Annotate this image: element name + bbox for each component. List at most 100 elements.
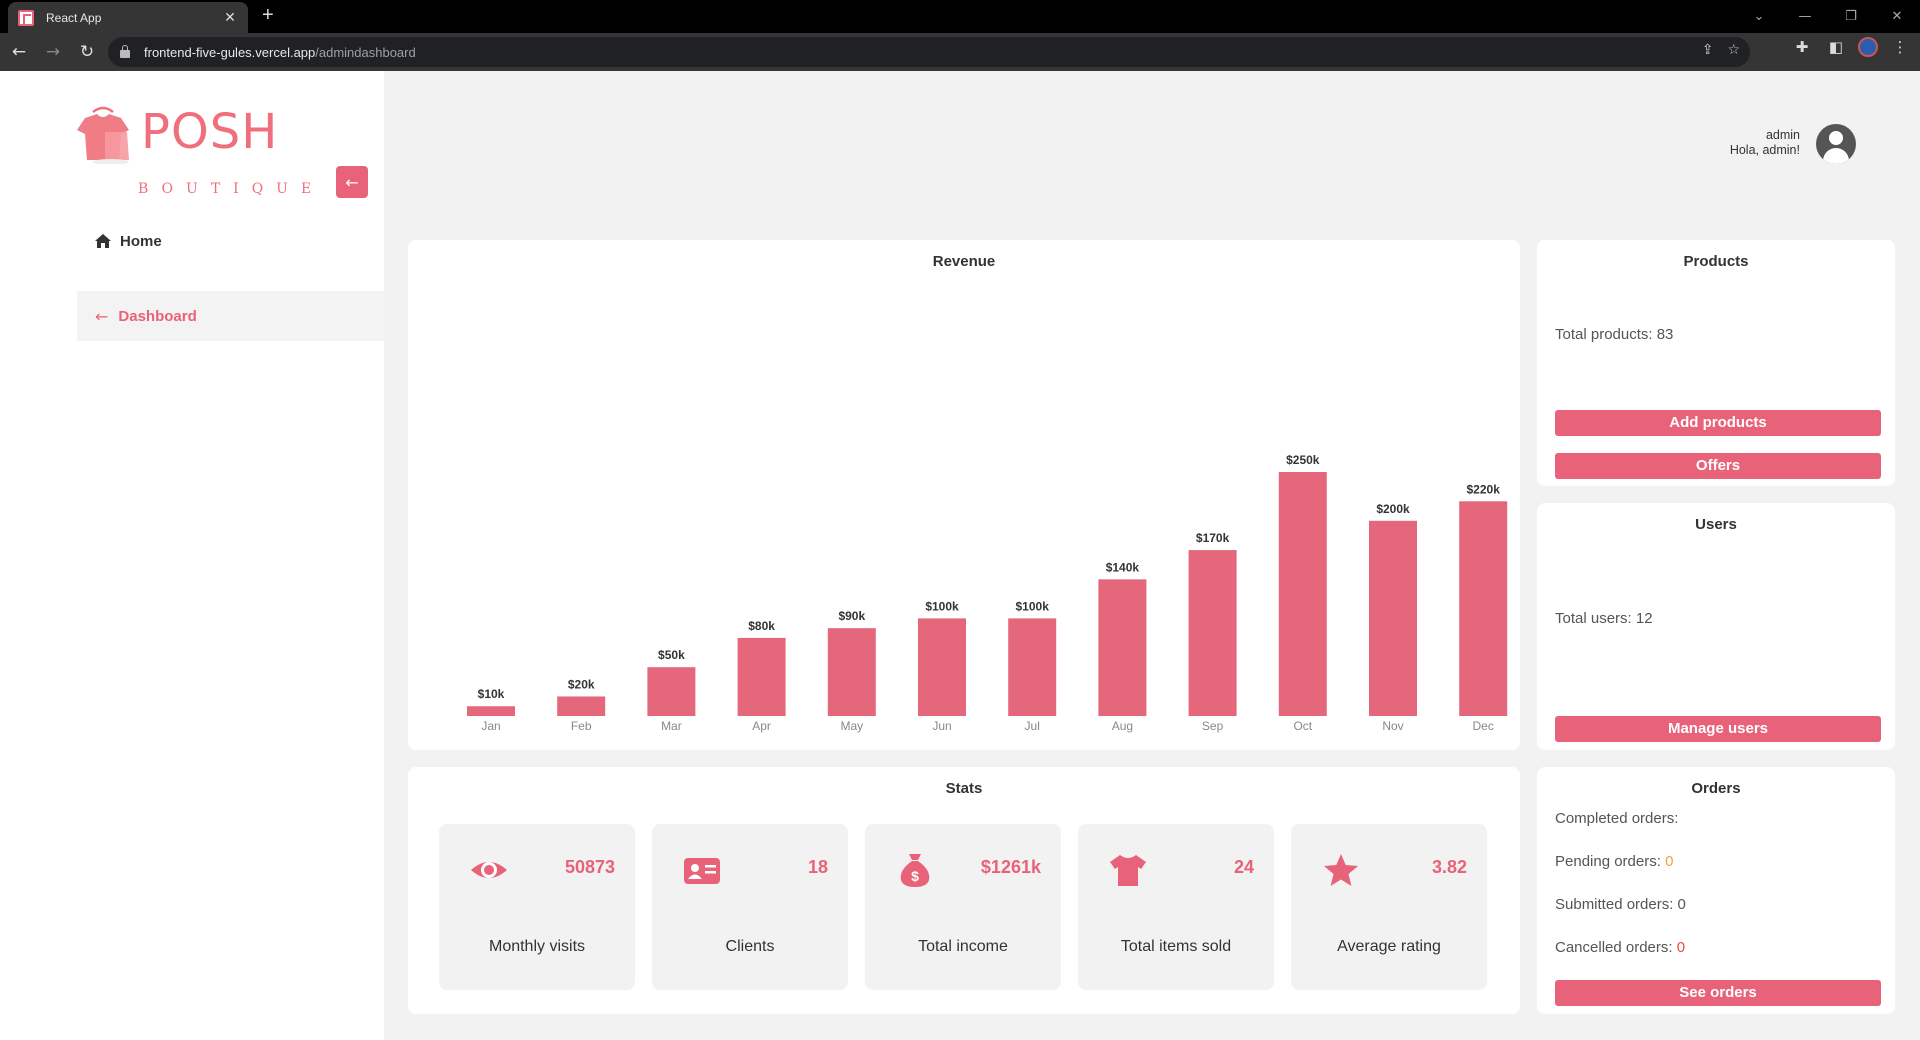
user-info: admin Hola, admin! xyxy=(1730,128,1800,158)
cancelled-orders-value: 0 xyxy=(1676,939,1686,956)
bar-value-label: $100k xyxy=(925,599,959,613)
restore-button[interactable]: ❐ xyxy=(1828,0,1874,33)
x-tick-label: Dec xyxy=(1473,719,1494,733)
browser-titlebar: React App ✕ + ⌄ — ❐ ✕ xyxy=(0,0,1920,33)
stat-label: Total items sold xyxy=(1120,938,1232,955)
forward-arrow-icon[interactable]: → xyxy=(38,37,68,67)
minimize-button[interactable]: — xyxy=(1782,0,1828,33)
sidebar-item-home[interactable]: Home xyxy=(77,221,384,261)
back-arrow-icon[interactable]: ← xyxy=(4,37,34,67)
stat-value: 18 xyxy=(807,857,828,877)
revenue-bar-nov xyxy=(1369,520,1417,716)
revenue-card: Revenue $10k Jan $20k Feb $50k Mar $80k Apr $90k… xyxy=(408,240,1520,750)
url-path: /admindashboard xyxy=(315,44,416,60)
pending-orders-label: Pending orders: xyxy=(1555,853,1666,870)
browser-tab[interactable]: React App ✕ xyxy=(8,2,248,33)
stat-label: Monthly visits xyxy=(488,938,586,955)
stat-value: $1261k xyxy=(980,857,1041,877)
revenue-bar-chart: $10k Jan $20k Feb $50k Mar $80k Apr $90k May $100k… xyxy=(467,453,1508,733)
revenue-bar-jan xyxy=(467,706,515,716)
close-window-button[interactable]: ✕ xyxy=(1874,0,1920,33)
address-bar[interactable]: frontend-five-gules.vercel.app/admindash… xyxy=(108,37,1750,67)
url-host: frontend-five-gules.vercel.app xyxy=(144,44,316,60)
eye-icon xyxy=(471,862,507,878)
cancelled-orders: Cancelled orders: 0 xyxy=(1555,939,1685,956)
x-tick-label: Jan xyxy=(481,719,500,733)
stat-label: Clients xyxy=(725,938,775,955)
new-tab-button[interactable]: + xyxy=(262,4,274,27)
stat-label: Total income xyxy=(918,938,1008,955)
stat-tile-clients: 18 Clients xyxy=(652,824,848,990)
orders-card: Orders Completed orders: Pending orders:… xyxy=(1537,767,1895,1014)
share-icon[interactable]: ⇪ xyxy=(1702,42,1714,58)
pending-orders-value: 0 xyxy=(1665,853,1674,870)
stats-title: Stats xyxy=(945,780,983,797)
stat-tile-total-income: $ $1261k Total income xyxy=(865,824,1061,990)
side-panel-icon[interactable]: ◧ xyxy=(1824,38,1848,56)
tab-title: React App xyxy=(46,10,102,25)
revenue-bar-sep xyxy=(1188,550,1237,716)
users-card: Users Total users: 12 Manage users xyxy=(1537,503,1895,750)
x-tick-label: Mar xyxy=(661,719,682,733)
bookmark-star-icon[interactable]: ☆ xyxy=(1727,42,1740,58)
extensions-puzzle-icon[interactable]: ✚ xyxy=(1790,38,1814,56)
browser-menu-icon[interactable]: ⋮ xyxy=(1888,38,1912,56)
revenue-bar-dec xyxy=(1459,501,1508,716)
stat-value: 3.82 xyxy=(1431,857,1467,877)
collapse-sidebar-button[interactable]: ← xyxy=(336,166,368,198)
sidebar-item-label: Home xyxy=(120,232,162,250)
window-controls: ⌄ — ❐ ✕ xyxy=(1736,0,1920,33)
browser-toolbar: ← → ↻ frontend-five-gules.vercel.app/adm… xyxy=(0,33,1920,71)
bar-value-label: $250k xyxy=(1286,453,1320,467)
completed-orders: Completed orders: xyxy=(1555,810,1679,827)
greeting: Hola, admin! xyxy=(1729,143,1800,157)
revenue-bar-mar xyxy=(647,667,696,716)
x-tick-label: Nov xyxy=(1382,719,1403,733)
revenue-bar-jun xyxy=(918,618,966,716)
stat-tile-monthly-visits: 50873 Monthly visits xyxy=(439,824,635,990)
profile-avatar-icon[interactable] xyxy=(1858,37,1878,57)
bar-value-label: $200k xyxy=(1376,502,1410,516)
revenue-bar-feb xyxy=(557,696,606,716)
tab-search-icon[interactable]: ⌄ xyxy=(1736,0,1782,33)
money-bag-icon: $ xyxy=(900,854,930,887)
logo-wordmark: POSH xyxy=(141,104,279,160)
total-users: Total users: 12 xyxy=(1555,610,1653,627)
stat-value: 24 xyxy=(1233,857,1254,877)
lock-icon xyxy=(120,45,130,58)
x-tick-label: Oct xyxy=(1293,719,1312,733)
x-tick-label: Aug xyxy=(1112,719,1133,733)
revenue-bar-oct xyxy=(1278,472,1327,716)
x-tick-label: Feb xyxy=(571,719,592,733)
revenue-bar-apr xyxy=(737,637,786,716)
sidebar-item-label: Dashboard xyxy=(118,307,197,325)
x-tick-label: Jul xyxy=(1025,719,1040,733)
user-avatar-icon[interactable] xyxy=(1816,124,1856,164)
star-icon xyxy=(1324,854,1358,886)
tab-close-icon[interactable]: ✕ xyxy=(222,10,238,26)
shirt-bag-logo-icon xyxy=(77,106,129,164)
x-tick-label: May xyxy=(840,719,863,733)
manage-users-button[interactable]: Manage users xyxy=(1555,716,1881,742)
posh-boutique-logo[interactable]: POSH BOUTIQUE xyxy=(75,96,325,197)
x-tick-label: Apr xyxy=(752,719,771,733)
x-tick-label: Jun xyxy=(932,719,951,733)
submitted-orders: Submitted orders: 0 xyxy=(1555,896,1686,913)
logo-subtitle: BOUTIQUE xyxy=(138,181,325,197)
revenue-bar-jul xyxy=(1008,618,1057,716)
orders-title: Orders xyxy=(1691,780,1741,797)
users-title: Users xyxy=(1695,516,1737,533)
offers-button[interactable]: Offers xyxy=(1555,453,1881,479)
bar-value-label: $140k xyxy=(1106,560,1140,574)
bar-value-label: $170k xyxy=(1196,531,1230,545)
stat-tile-average-rating: 3.82 Average rating xyxy=(1291,824,1487,990)
reload-icon[interactable]: ↻ xyxy=(72,37,102,67)
see-orders-button[interactable]: See orders xyxy=(1555,980,1881,1006)
sidebar-item-dashboard[interactable]: ← Dashboard xyxy=(77,291,384,341)
stat-tile-items-sold: 24 Total items sold xyxy=(1078,824,1274,990)
total-products: Total products: 83 xyxy=(1555,326,1674,343)
add-products-button[interactable]: Add products xyxy=(1555,410,1881,436)
react-app-favicon-icon xyxy=(18,9,34,26)
shirt-icon xyxy=(1110,855,1146,886)
bar-value-label: $90k xyxy=(838,609,865,623)
